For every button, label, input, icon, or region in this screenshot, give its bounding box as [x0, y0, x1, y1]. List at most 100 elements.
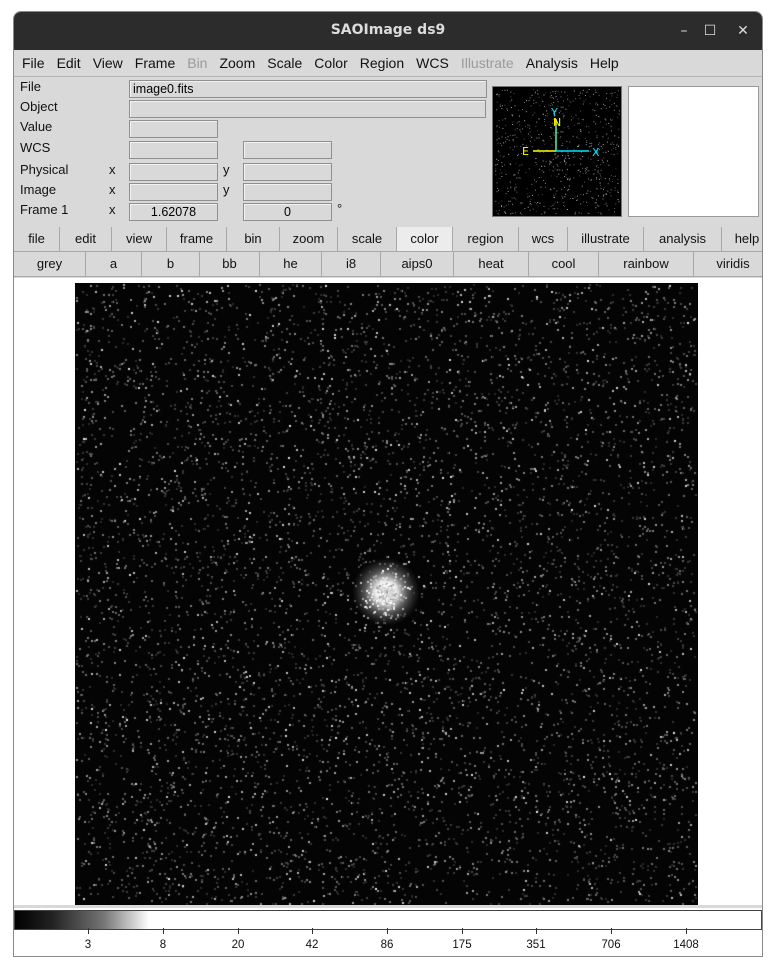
image-canvas[interactable]	[14, 278, 762, 905]
colorbar-tick-label: 175	[452, 939, 472, 951]
ds9-window: SAOImage ds9 – ☐ ✕ File Edit View Frame Bin Z…	[13, 11, 763, 957]
colormap-bb[interactable]: bb	[200, 252, 260, 276]
menu-color[interactable]: Color	[308, 55, 353, 71]
button-bar-main: file edit view frame bin zoom scale color region…	[14, 227, 762, 252]
info-panel: File image0.fits Object Value WCS Physic…	[14, 77, 762, 228]
colormap-cool[interactable]: cool	[529, 252, 599, 276]
colorbar-tick-label: 8	[159, 939, 167, 951]
menu-zoom[interactable]: Zoom	[213, 55, 261, 71]
colorbar-tick-label: 20	[231, 939, 245, 951]
button-help[interactable]: help	[722, 227, 762, 251]
menu-edit[interactable]: Edit	[51, 55, 87, 71]
frame-angle-field: 0	[243, 203, 332, 221]
colormap-rainbow[interactable]: rainbow	[599, 252, 694, 276]
menu-region[interactable]: Region	[354, 55, 410, 71]
button-view[interactable]: view	[112, 227, 167, 251]
colormap-viridis[interactable]: viridis	[694, 252, 762, 276]
button-edit[interactable]: edit	[60, 227, 112, 251]
colorbar-area: 3 8 20 42 86 175 351 706 1408	[14, 908, 762, 956]
magnifier	[628, 86, 759, 217]
button-frame[interactable]: frame	[167, 227, 227, 251]
colorbar-tick-mark	[312, 928, 313, 934]
colorbar-tick-mark	[88, 928, 89, 934]
menu-help[interactable]: Help	[584, 55, 625, 71]
image-label: Image	[20, 182, 57, 197]
menu-view[interactable]: View	[87, 55, 129, 71]
physical-y-field	[243, 163, 332, 181]
button-file[interactable]: file	[14, 227, 60, 251]
button-zoom[interactable]: zoom	[280, 227, 338, 251]
colorbar-tick-label: 1408	[673, 939, 699, 951]
menu-bar: File Edit View Frame Bin Zoom Scale Color Region…	[14, 50, 762, 77]
image-y-label: y	[223, 182, 230, 197]
value-field	[129, 120, 218, 138]
colormap-heat[interactable]: heat	[454, 252, 529, 276]
button-bar-color: grey a b bb he i8 aips0 heat cool rainbow viridis	[14, 252, 762, 277]
colorbar-tick-mark	[686, 928, 687, 934]
panner-x-label: X	[592, 146, 600, 159]
colorbar-tick-label: 42	[305, 939, 319, 951]
file-label: File	[20, 79, 41, 94]
panner-compass: N E X Y	[495, 89, 620, 215]
frame-zoom-field: 1.62078	[129, 203, 218, 221]
wcs-label: WCS	[20, 140, 51, 155]
fits-image[interactable]	[75, 283, 698, 905]
physical-x-label: x	[109, 162, 116, 177]
physical-x-field	[129, 163, 218, 181]
image-y-field	[243, 183, 332, 201]
colorbar-tick-mark	[536, 928, 537, 934]
maximize-icon[interactable]: ☐	[700, 21, 720, 41]
close-icon[interactable]: ✕	[733, 21, 753, 41]
image-x-field	[129, 183, 218, 201]
physical-label: Physical	[20, 162, 69, 177]
colorbar-tick-mark	[387, 928, 388, 934]
button-wcs[interactable]: wcs	[519, 227, 568, 251]
colorbar-tick-mark	[611, 928, 612, 934]
panner-y-label: Y	[550, 106, 558, 119]
colorbar-tick-mark	[462, 928, 463, 934]
colorbar-tick-label: 351	[526, 939, 546, 951]
menu-analysis[interactable]: Analysis	[520, 55, 584, 71]
degree-symbol: °	[337, 201, 343, 216]
colormap-a[interactable]: a	[86, 252, 142, 276]
menu-scale[interactable]: Scale	[261, 55, 308, 71]
colormap-b[interactable]: b	[142, 252, 200, 276]
image-x-label: x	[109, 182, 116, 197]
physical-y-label: y	[223, 162, 230, 177]
menu-wcs[interactable]: WCS	[410, 55, 455, 71]
colorbar-tick-mark	[163, 928, 164, 934]
file-field: image0.fits	[129, 80, 487, 98]
window-title: SAOImage ds9	[330, 22, 446, 38]
colorbar[interactable]	[14, 910, 762, 930]
value-label: Value	[20, 119, 53, 134]
colormap-he[interactable]: he	[260, 252, 322, 276]
panner[interactable]: N E X Y	[492, 86, 622, 217]
menu-illustrate[interactable]: Illustrate	[455, 55, 520, 71]
colorbar-tick-label: 86	[380, 939, 394, 951]
button-bin[interactable]: bin	[227, 227, 280, 251]
button-scale[interactable]: scale	[338, 227, 397, 251]
button-analysis[interactable]: analysis	[644, 227, 722, 251]
menu-frame[interactable]: Frame	[129, 55, 181, 71]
button-region[interactable]: region	[453, 227, 519, 251]
object-field	[129, 100, 486, 118]
panner-east-label: E	[522, 145, 529, 158]
title-bar[interactable]: SAOImage ds9 – ☐ ✕	[14, 12, 762, 50]
minimize-icon[interactable]: –	[674, 21, 694, 41]
menu-file[interactable]: File	[16, 55, 51, 71]
menu-bin[interactable]: Bin	[181, 55, 213, 71]
colormap-grey[interactable]: grey	[14, 252, 86, 276]
colorbar-tick-mark	[238, 928, 239, 934]
colorbar-tick-label: 706	[601, 939, 621, 951]
object-label: Object	[20, 99, 58, 114]
button-illustrate[interactable]: illustrate	[568, 227, 644, 251]
wcs-x-field	[129, 141, 218, 159]
wcs-y-field	[243, 141, 332, 159]
colorbar-tick-label: 3	[84, 939, 92, 951]
colormap-i8[interactable]: i8	[322, 252, 381, 276]
frame-label: Frame 1	[20, 202, 69, 217]
fits-image-pixels	[75, 283, 698, 905]
colormap-aips0[interactable]: aips0	[381, 252, 454, 276]
button-color[interactable]: color	[397, 227, 453, 251]
frame-x-label: x	[109, 202, 116, 217]
